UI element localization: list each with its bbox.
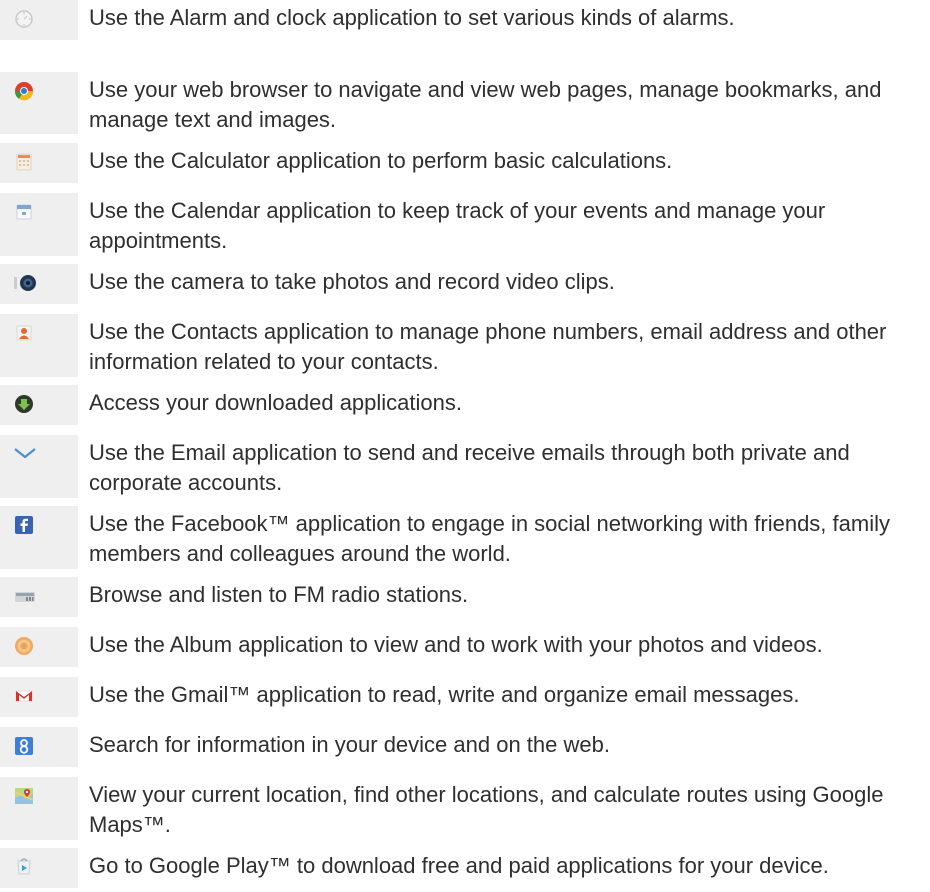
- list-item: Use your web browser to navigate and vie…: [0, 72, 930, 134]
- contacts-icon[interactable]: [14, 323, 34, 343]
- app-description: Use the Calculator application to perfor…: [89, 148, 673, 173]
- app-description: Go to Google Play™ to download free and …: [89, 853, 829, 878]
- app-description: View your current location, find other l…: [89, 782, 884, 837]
- app-description: Use the Facebook™ application to engage …: [89, 511, 890, 566]
- app-description: Access your downloaded applications.: [89, 390, 463, 415]
- app-description: Use the Calendar application to keep tra…: [89, 198, 826, 253]
- app-description: Browse and listen to FM radio stations.: [89, 582, 469, 607]
- downloads-icon[interactable]: [14, 394, 34, 414]
- app-description: Use the Album application to view and to…: [89, 632, 823, 657]
- list-item: Go to Google Play™ to download free and …: [0, 848, 930, 888]
- app-description: Use the Alarm and clock application to s…: [89, 5, 735, 30]
- calendar-icon[interactable]: [14, 202, 34, 222]
- browser-icon[interactable]: [14, 81, 34, 101]
- email-icon[interactable]: [14, 444, 36, 464]
- list-item: Use the Alarm and clock application to s…: [0, 0, 930, 40]
- alarm-clock-icon[interactable]: [14, 9, 34, 29]
- list-item: Use the Calculator application to perfor…: [0, 143, 930, 183]
- app-description: Use the Gmail™ application to read, writ…: [89, 682, 800, 707]
- app-description: Use the Email application to send and re…: [89, 440, 850, 495]
- list-item: Use the Email application to send and re…: [0, 435, 930, 498]
- album-icon[interactable]: [14, 636, 34, 656]
- app-description: Search for information in your device an…: [89, 732, 610, 757]
- list-item: Use the Facebook™ application to engage …: [0, 506, 930, 569]
- app-description: Use the camera to take photos and record…: [89, 269, 615, 294]
- list-item: Use the Contacts application to manage p…: [0, 314, 930, 377]
- list-item: Search for information in your device an…: [0, 727, 930, 767]
- app-description: Use the Contacts application to manage p…: [89, 319, 887, 374]
- list-item: Access your downloaded applications.: [0, 385, 930, 425]
- list-item: View your current location, find other l…: [0, 777, 930, 840]
- maps-icon[interactable]: [14, 786, 34, 806]
- list-item: Browse and listen to FM radio stations.: [0, 577, 930, 617]
- list-item: Use the Calendar application to keep tra…: [0, 193, 930, 256]
- google-search-icon[interactable]: [14, 736, 34, 756]
- google-play-icon[interactable]: [14, 857, 34, 877]
- list-item: Use the camera to take photos and record…: [0, 264, 930, 304]
- gmail-icon[interactable]: [14, 686, 34, 706]
- camera-icon[interactable]: [14, 273, 38, 293]
- app-description: Use your web browser to navigate and vie…: [89, 77, 882, 132]
- list-item: Use the Album application to view and to…: [0, 627, 930, 667]
- calculator-icon[interactable]: [14, 152, 34, 172]
- list-item: Use the Gmail™ application to read, writ…: [0, 677, 930, 717]
- facebook-icon[interactable]: [14, 515, 34, 535]
- fm-radio-icon[interactable]: [14, 586, 35, 606]
